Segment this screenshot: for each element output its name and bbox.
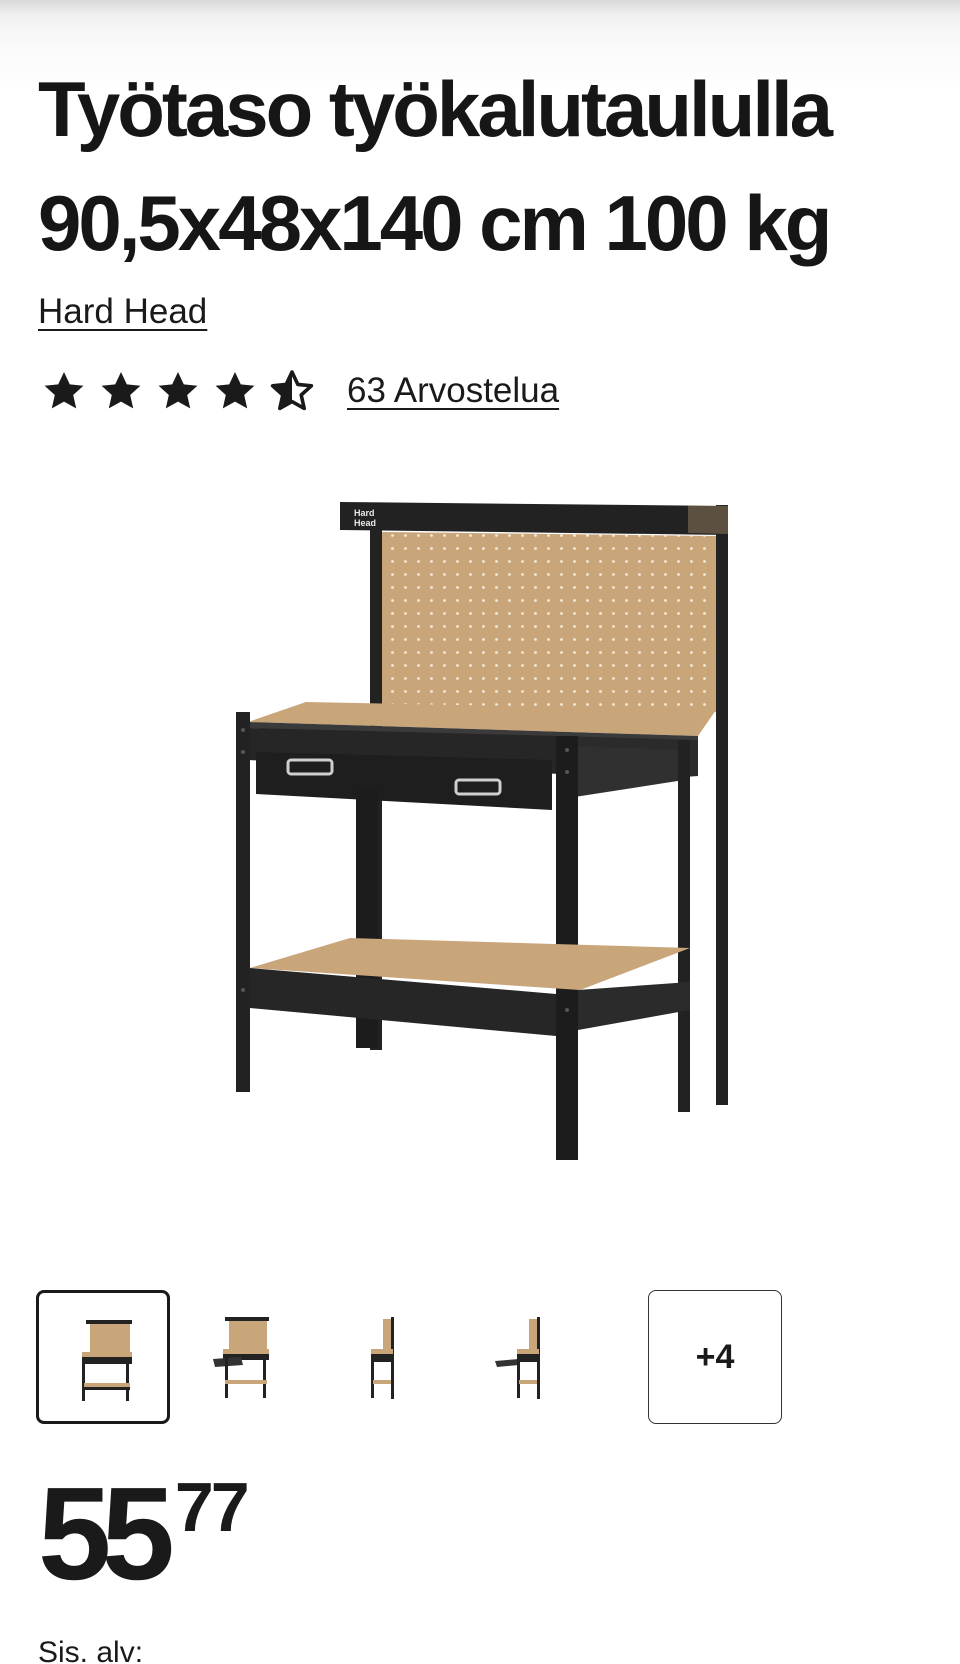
product-title: Työtaso työkalutaululla 90,5x48x140 cm 1… [38, 65, 833, 267]
image-brand-mark: Hard Head [354, 508, 376, 528]
star-icon [158, 372, 198, 409]
rating-row: 63 Arvostelua [40, 365, 559, 417]
star-icon [215, 372, 255, 409]
thumbnail-3[interactable] [316, 1290, 450, 1424]
star-icon [44, 372, 84, 409]
star-icon [101, 372, 141, 409]
thumbnail-4[interactable] [456, 1290, 590, 1424]
vat-label: Sis. alv: [38, 1636, 144, 1664]
product-image[interactable]: Hard Head [230, 490, 750, 1250]
price-decimals: 77 [174, 1468, 250, 1546]
star-half-icon [270, 370, 314, 411]
svg-text:Head: Head [354, 518, 376, 528]
brand-link[interactable]: Hard Head [38, 292, 207, 332]
thumbnail-2[interactable] [176, 1290, 310, 1424]
product-page: Työtaso työkalutaululla 90,5x48x140 cm 1… [0, 0, 960, 1664]
price: 55 77 [38, 1460, 250, 1607]
more-images-button[interactable]: +4 [648, 1290, 782, 1424]
reviews-link[interactable]: 63 Arvostelua [347, 371, 559, 411]
price-integer: 55 [38, 1460, 175, 1607]
svg-text:Hard: Hard [354, 508, 375, 518]
thumbnail-1[interactable] [36, 1290, 170, 1424]
